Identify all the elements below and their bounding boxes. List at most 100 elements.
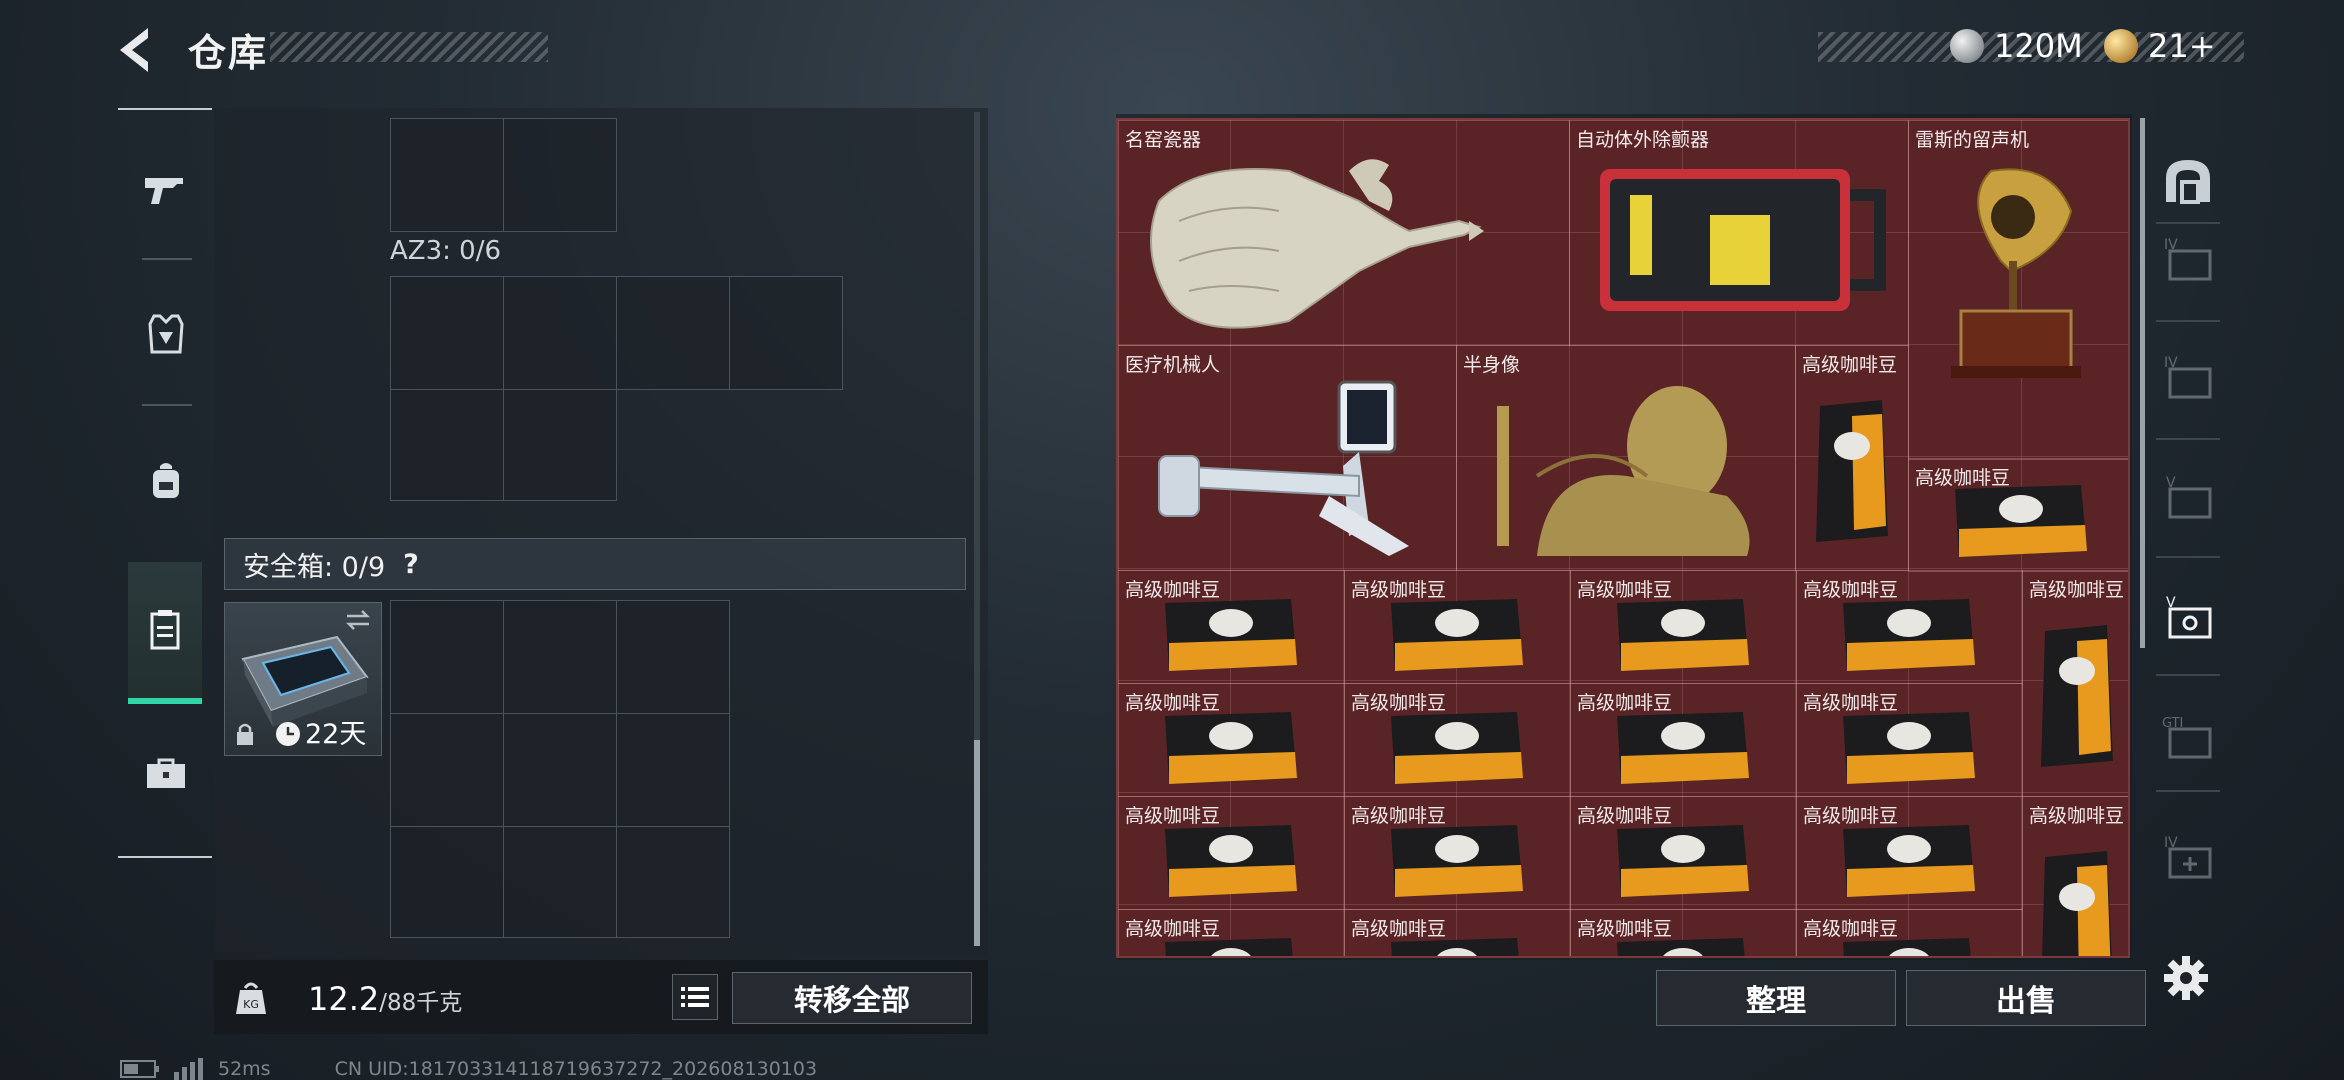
stash-item-med-robot[interactable]: 医疗机械人 <box>1118 345 1457 571</box>
right-nav-tab-3[interactable]: V <box>2152 460 2224 532</box>
stash-item-coffee[interactable]: 高级咖啡豆 <box>1118 683 1345 797</box>
item-name: 高级咖啡豆 <box>2029 805 2125 827</box>
nav-weapon[interactable] <box>130 154 202 226</box>
lock-icon <box>237 723 253 745</box>
ping-value: 52ms <box>218 1058 271 1080</box>
item-name: 高级咖啡豆 <box>1802 354 1898 376</box>
coffee-bag-image <box>1816 400 1888 542</box>
az3-slot[interactable] <box>503 276 617 390</box>
backpack-icon <box>153 463 179 498</box>
right-nav-tab-4[interactable]: V <box>2152 580 2224 652</box>
stash-item-coffee[interactable]: 高级咖啡豆 <box>1795 345 1909 571</box>
right-nav-tab-1[interactable]: IV <box>2152 222 2224 294</box>
stash-item-coffee[interactable]: 高级咖啡豆 <box>1118 570 1345 684</box>
safe-box-slot[interactable] <box>503 713 617 827</box>
back-arrow-icon <box>120 28 148 72</box>
nav-backpack[interactable] <box>130 444 202 516</box>
coffee-bag-image <box>2042 851 2112 956</box>
stash-item-coffee[interactable]: 高级咖啡豆 <box>1344 909 1571 956</box>
stash-item-coffee[interactable]: 高级咖啡豆 <box>1570 683 1797 797</box>
container-slot[interactable] <box>503 118 617 232</box>
stash-scrollbar[interactable] <box>2140 118 2145 648</box>
stash-item-aed[interactable]: 自动体外除颤器 <box>1569 120 1909 346</box>
item-name: 高级咖啡豆 <box>2029 579 2125 601</box>
safe-box-slot[interactable] <box>503 826 617 938</box>
gold-coin-icon <box>2104 29 2138 63</box>
svg-text:KG: KG <box>243 998 259 1011</box>
safe-box-slot[interactable] <box>616 600 730 714</box>
az3-slot[interactable] <box>729 276 843 390</box>
list-view-button[interactable] <box>672 974 718 1020</box>
safe-case-item[interactable]: 22天 <box>224 602 382 756</box>
coffee-bag-image <box>1617 825 1749 897</box>
stash-item-coffee[interactable]: 高级咖啡豆 <box>1344 570 1571 684</box>
right-nav-tab-2[interactable]: IV <box>2152 340 2224 412</box>
swap-icon[interactable] <box>343 609 373 631</box>
safe-box-slot[interactable] <box>390 713 504 827</box>
stash-item-coffee[interactable]: 高级咖啡豆 <box>2022 570 2128 797</box>
right-nav-tab-6[interactable]: IV <box>2152 820 2224 892</box>
stash-item-coffee[interactable]: 高级咖啡豆 <box>1796 683 2023 797</box>
safe-box-icon <box>150 610 180 650</box>
safe-box-slot[interactable] <box>503 600 617 714</box>
coffee-bag-image <box>1391 825 1523 897</box>
safe-box-slot[interactable] <box>390 600 504 714</box>
safe-box-help-button[interactable]: ? <box>403 549 419 580</box>
az3-slot[interactable] <box>616 276 730 390</box>
coffee-bag-image <box>1617 712 1749 784</box>
stash-item-coffee[interactable]: 高级咖啡豆 <box>1570 909 1797 956</box>
safe-box-slot[interactable] <box>390 826 504 938</box>
stash-item-coffee[interactable]: 高级咖啡豆 <box>1118 909 1345 956</box>
stash-item-coffee[interactable]: 高级咖啡豆 <box>1796 796 2023 910</box>
stash-item-gramophone[interactable]: 雷斯的留声机 <box>1908 120 2128 460</box>
coffee-bag-image <box>1617 938 1745 956</box>
az3-slot[interactable] <box>390 389 504 501</box>
weight-readout: 12.2/88千克 <box>308 980 462 1018</box>
stash-item-coffee[interactable]: 高级咖啡豆 <box>1908 458 2128 572</box>
back-button[interactable] <box>112 24 168 76</box>
nav-toolbox[interactable] <box>130 738 202 810</box>
stash-item-coffee[interactable]: 高级咖啡豆 <box>1570 570 1797 684</box>
container-slot[interactable] <box>390 118 504 232</box>
title-decoration <box>270 32 548 62</box>
bust-image <box>1497 386 1750 556</box>
coffee-bag-image <box>1843 599 1975 671</box>
stash-item-bust[interactable]: 半身像 <box>1456 345 1796 571</box>
nav-safe-box[interactable] <box>128 562 202 704</box>
left-category-nav <box>118 108 212 860</box>
signal-icon <box>174 1058 203 1080</box>
sort-button[interactable]: 整理 <box>1656 970 1896 1026</box>
az3-capacity-label: AZ3: 0/6 <box>390 236 502 266</box>
safe-box-slot[interactable] <box>616 826 730 938</box>
silver-currency[interactable]: 120M <box>1950 24 2083 68</box>
left-scrollbar-thumb[interactable] <box>974 740 980 946</box>
stash-item-coffee[interactable]: 高级咖啡豆 <box>2022 796 2128 956</box>
item-name: 雷斯的留声机 <box>1915 129 2030 151</box>
transfer-all-button[interactable]: 转移全部 <box>732 972 972 1024</box>
stash-item-coffee[interactable]: 高级咖啡豆 <box>1796 570 2023 684</box>
safe-box-slot[interactable] <box>616 713 730 827</box>
safe-box-capacity-label: 安全箱: 0/9 <box>243 551 386 583</box>
nav-armor[interactable] <box>130 298 202 370</box>
coffee-bag-image <box>2041 625 2113 767</box>
stash-item-coffee[interactable]: 高级咖啡豆 <box>1570 796 1797 910</box>
az3-slot[interactable] <box>503 389 617 501</box>
armor-icon <box>148 314 184 354</box>
az3-slot[interactable] <box>390 276 504 390</box>
silver-coin-icon <box>1950 29 1984 63</box>
stash-item-coffee[interactable]: 高级咖啡豆 <box>1344 683 1571 797</box>
right-nav-locker[interactable] <box>2152 144 2224 216</box>
coffee-bag-image <box>1391 712 1523 784</box>
stash-item-coffee[interactable]: 高级咖啡豆 <box>1344 796 1571 910</box>
storage-tab-5-icon: GTI <box>2162 716 2212 759</box>
weight-capacity: /88千克 <box>379 990 463 1016</box>
gold-currency[interactable]: 21+ <box>2104 24 2216 68</box>
settings-button[interactable] <box>2158 950 2214 1006</box>
sell-button[interactable]: 出售 <box>1906 970 2146 1026</box>
stash-item-coffee[interactable]: 高级咖啡豆 <box>1796 909 2023 956</box>
item-name: 半身像 <box>1463 354 1521 376</box>
right-nav-tab-5[interactable]: GTI <box>2152 700 2224 772</box>
stash-item-coffee[interactable]: 高级咖啡豆 <box>1118 796 1345 910</box>
storage-tab-2-icon: IV <box>2164 355 2212 399</box>
stash-item-vase[interactable]: 名窑瓷器 <box>1118 120 1570 346</box>
